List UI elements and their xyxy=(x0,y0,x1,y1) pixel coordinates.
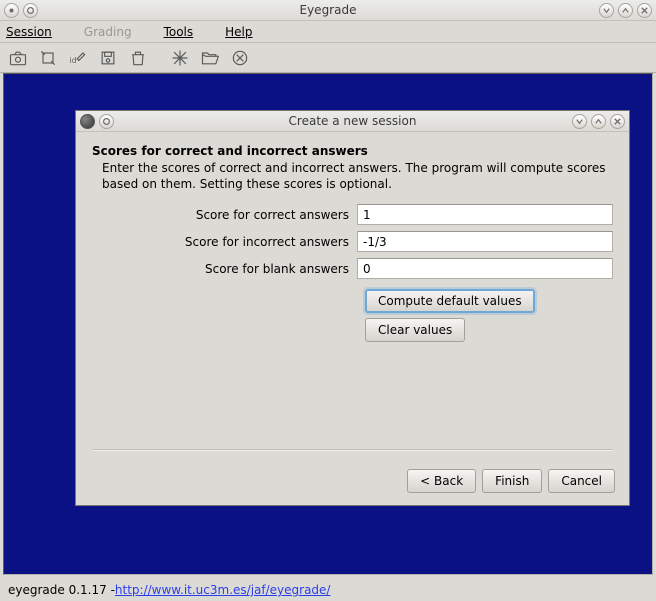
window-titlebar: Eyegrade xyxy=(0,0,656,21)
close-icon[interactable] xyxy=(637,3,652,18)
dialog-title: Create a new session xyxy=(76,114,629,128)
label-incorrect: Score for incorrect answers xyxy=(92,235,357,249)
menu-grading: Grading xyxy=(84,25,148,39)
dialog-minimize-icon[interactable] xyxy=(572,114,587,129)
label-correct: Score for correct answers xyxy=(92,208,357,222)
app-icon xyxy=(80,114,95,129)
menu-help[interactable]: Help xyxy=(225,25,268,39)
status-prefix: eyegrade 0.1.17 - xyxy=(8,583,115,597)
dialog-subtext: Enter the scores of correct and incorrec… xyxy=(102,160,613,192)
menu-session[interactable]: Session xyxy=(6,25,68,39)
new-session-dialog: Create a new session Scores for correct … xyxy=(75,110,630,506)
window-title: Eyegrade xyxy=(0,3,656,17)
status-link[interactable]: http://www.it.uc3m.es/jaf/eyegrade/ xyxy=(115,583,331,597)
window-sticky-icon[interactable] xyxy=(23,3,38,18)
maximize-icon[interactable] xyxy=(618,3,633,18)
compute-defaults-button[interactable]: Compute default values xyxy=(365,289,535,313)
input-correct[interactable] xyxy=(357,204,613,225)
dialog-heading: Scores for correct and incorrect answers xyxy=(92,144,613,158)
window-menu-icon[interactable] xyxy=(4,3,19,18)
dialog-footer: < Back Finish Cancel xyxy=(76,459,629,505)
menubar: Session Grading Tools Help xyxy=(0,21,656,43)
toolbar: id xyxy=(0,43,656,73)
minimize-icon[interactable] xyxy=(599,3,614,18)
clear-values-button[interactable]: Clear values xyxy=(365,318,465,342)
back-button[interactable]: < Back xyxy=(407,469,476,493)
label-blank: Score for blank answers xyxy=(92,262,357,276)
save-icon[interactable] xyxy=(94,45,122,71)
finish-button[interactable]: Finish xyxy=(482,469,542,493)
star-icon[interactable] xyxy=(166,45,194,71)
input-blank[interactable] xyxy=(357,258,613,279)
menu-tools[interactable]: Tools xyxy=(164,25,210,39)
separator xyxy=(92,449,613,451)
crop-icon[interactable] xyxy=(34,45,62,71)
dialog-close-icon[interactable] xyxy=(610,114,625,129)
dialog-sticky-icon[interactable] xyxy=(99,114,114,129)
statusbar: eyegrade 0.1.17 - http://www.it.uc3m.es/… xyxy=(3,579,653,601)
trash-icon[interactable] xyxy=(124,45,152,71)
svg-text:id: id xyxy=(70,56,77,65)
dialog-maximize-icon[interactable] xyxy=(591,114,606,129)
edit-id-icon[interactable]: id xyxy=(64,45,92,71)
dialog-titlebar: Create a new session xyxy=(76,111,629,132)
cancel-circle-icon[interactable] xyxy=(226,45,254,71)
camera-icon[interactable] xyxy=(4,45,32,71)
open-folder-icon[interactable] xyxy=(196,45,224,71)
cancel-button[interactable]: Cancel xyxy=(548,469,615,493)
input-incorrect[interactable] xyxy=(357,231,613,252)
